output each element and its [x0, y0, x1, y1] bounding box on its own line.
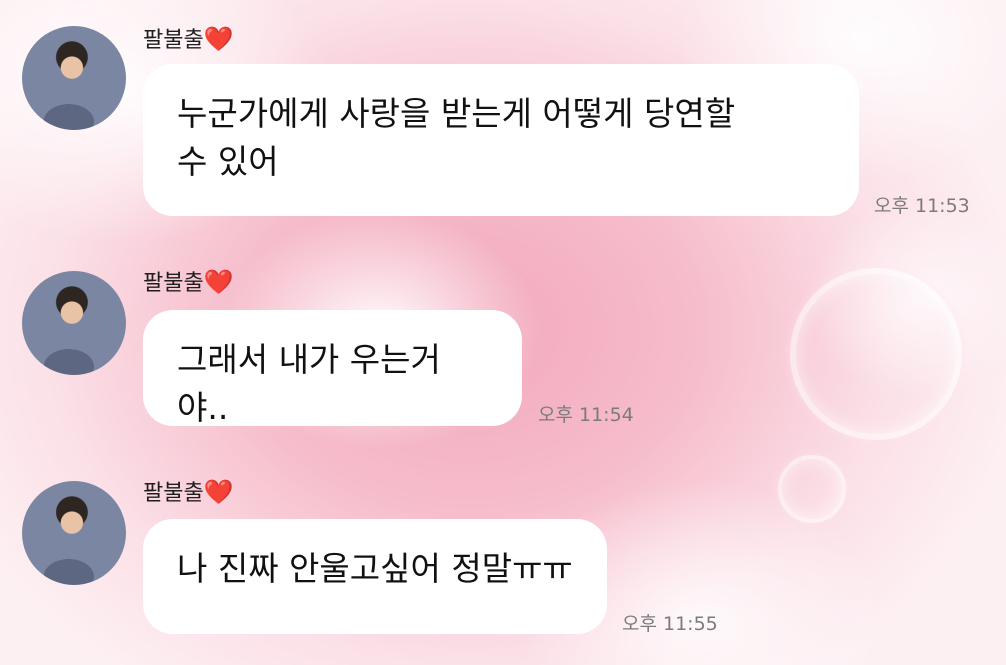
- sender-name-label: 팔불출: [143, 481, 204, 506]
- avatar[interactable]: [22, 26, 126, 130]
- sender-name: 팔불출❤️: [143, 22, 234, 54]
- avatar[interactable]: [22, 271, 126, 375]
- message-text: 나 진짜 안울고싶어 정말ㅠㅠ: [177, 549, 573, 588]
- message-bubble[interactable]: 나 진짜 안울고싶어 정말ㅠㅠ: [143, 519, 607, 634]
- message-timestamp: 오후 11:54: [538, 404, 634, 426]
- sender-name: 팔불출❤️: [143, 475, 234, 507]
- red-heart-icon: ❤️: [203, 478, 234, 506]
- sender-name-label: 팔불출: [143, 271, 204, 296]
- message-text: 누군가에게 사랑을 받는게 어떻게 당연할 수 있어: [177, 94, 736, 181]
- background-bubble-decoration: [790, 268, 962, 440]
- background-bubble-decoration-small: [778, 455, 846, 523]
- avatar[interactable]: [22, 481, 126, 585]
- message-bubble[interactable]: 그래서 내가 우는거야..: [143, 310, 522, 427]
- sender-name: 팔불출❤️: [143, 265, 234, 297]
- message-timestamp: 오후 11:53: [874, 195, 970, 217]
- red-heart-icon: ❤️: [203, 268, 234, 296]
- red-heart-icon: ❤️: [203, 25, 234, 53]
- sender-name-label: 팔불출: [143, 28, 204, 53]
- message-text: 그래서 내가 우는거야..: [177, 340, 441, 427]
- message-timestamp: 오후 11:55: [622, 613, 718, 635]
- message-bubble[interactable]: 누군가에게 사랑을 받는게 어떻게 당연할 수 있어: [143, 64, 859, 216]
